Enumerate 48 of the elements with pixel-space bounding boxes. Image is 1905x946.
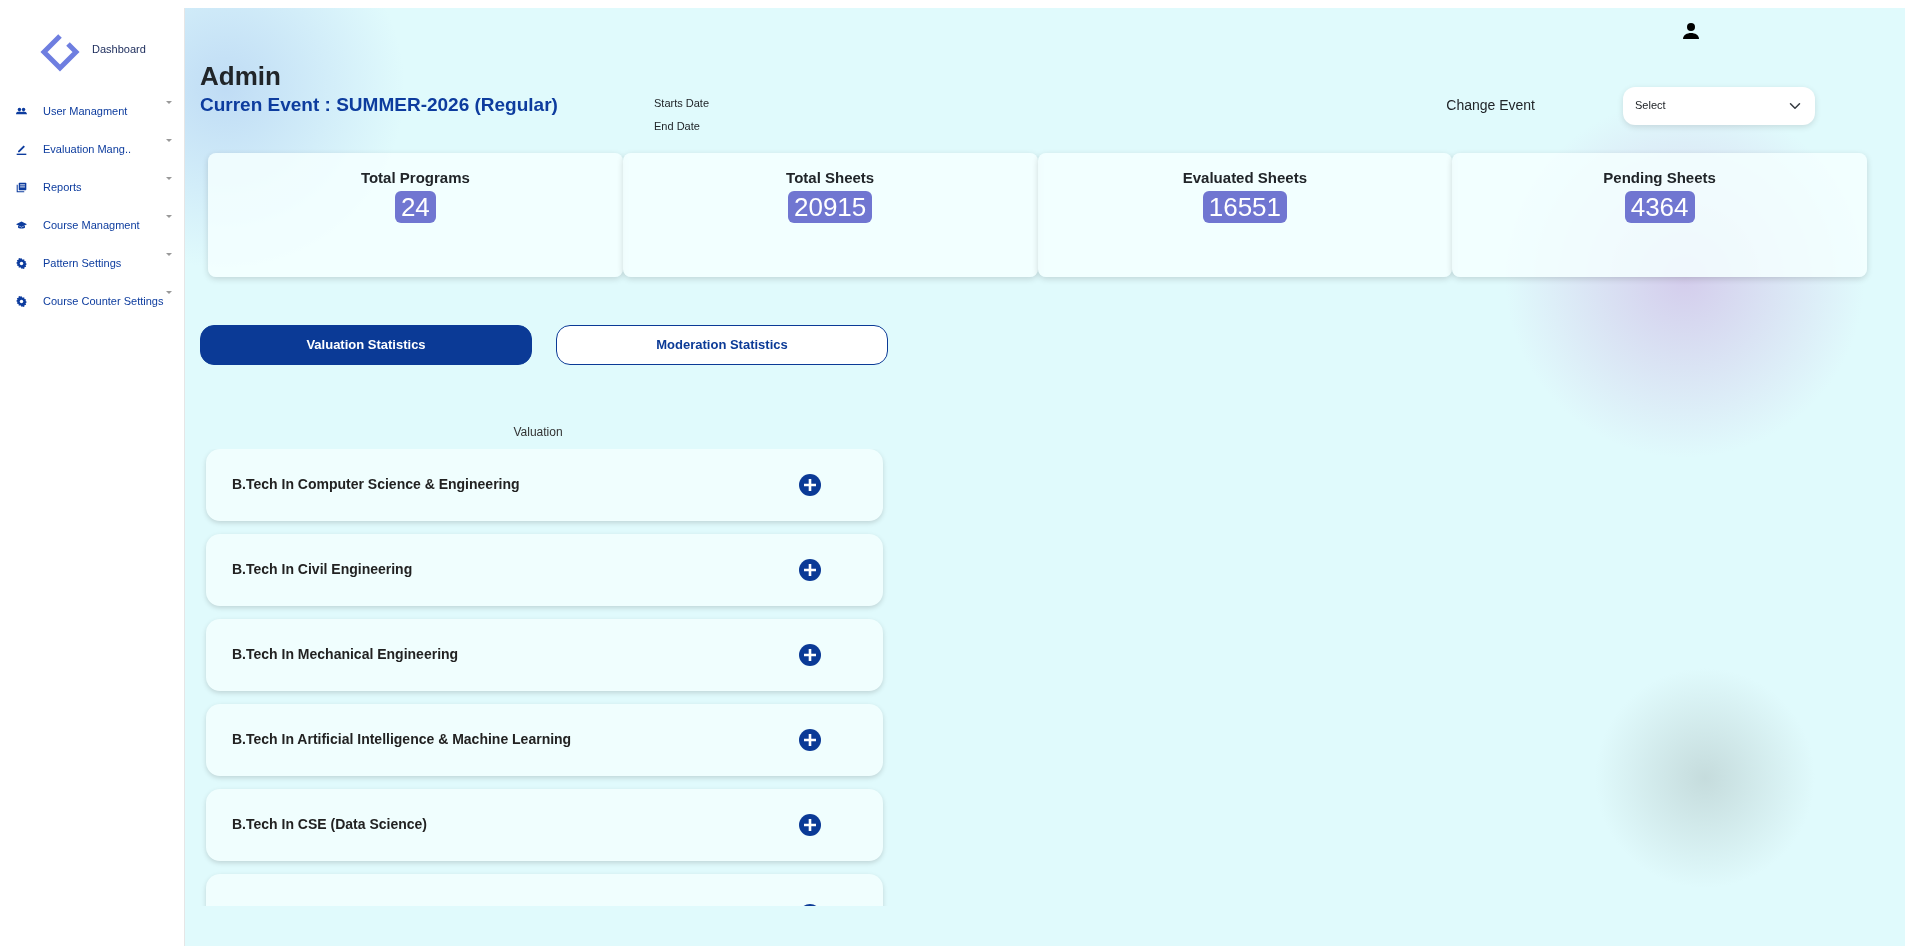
change-event-label: Change Event xyxy=(1446,96,1535,116)
starts-date-label: Starts Date xyxy=(654,95,710,111)
sidebar-item[interactable]: Reports xyxy=(0,168,184,206)
book-icon xyxy=(16,181,27,193)
sidebar-item[interactable]: Evaluation Mang.. xyxy=(0,130,184,168)
program-name: B.Tech In CSE (Data Science) xyxy=(232,815,428,835)
stat-value: 4364 xyxy=(1624,191,1695,224)
stat-value: 16551 xyxy=(1202,191,1288,224)
brand-title[interactable]: Dashboard xyxy=(92,41,146,58)
graduation-cap-icon xyxy=(16,219,27,231)
stat-title: Total Programs xyxy=(359,167,471,188)
people-icon xyxy=(16,105,27,117)
stat-value: 24 xyxy=(394,191,436,224)
stat-title: Total Sheets xyxy=(785,167,876,188)
program-name: B.Tech In Civil Engineering xyxy=(232,560,414,580)
statistics-tab[interactable]: Moderation Statistics xyxy=(556,324,888,365)
event-select[interactable]: Select xyxy=(1623,86,1815,125)
caret-icon xyxy=(166,101,172,104)
end-date-label: End Date xyxy=(654,119,701,135)
sidebar-item[interactable]: Course Managment xyxy=(0,206,184,244)
caret-icon xyxy=(166,253,172,256)
expand-plus-icon[interactable] xyxy=(799,643,821,666)
gear-icon xyxy=(16,257,27,269)
sidebar-item[interactable]: Pattern Settings xyxy=(0,244,184,282)
sidebar-item[interactable]: Course Counter Settings xyxy=(0,282,184,320)
statistics-tab[interactable]: Valuation Statistics xyxy=(200,324,532,365)
program-name: B.Tech In Computer Science & Engineering xyxy=(232,475,521,495)
section-title: Valuation xyxy=(512,423,564,441)
caret-icon xyxy=(166,291,172,294)
caret-icon xyxy=(166,177,172,180)
current-event: Curren Event : SUMMER-2026 (Regular) xyxy=(200,92,559,117)
gear-icon xyxy=(16,295,27,307)
expand-plus-icon[interactable] xyxy=(799,728,821,751)
program-name: B.Tech In Artificial Intelligence & Machine Learning xyxy=(232,730,573,750)
expand-plus-icon[interactable] xyxy=(799,558,821,581)
pen-icon xyxy=(16,143,27,155)
program-name: B.Tech In Mechanical Engineering xyxy=(232,645,460,665)
user-icon[interactable] xyxy=(1682,22,1700,40)
logo-icon xyxy=(40,32,80,72)
page-title: Admin xyxy=(200,62,282,91)
stat-title: Evaluated Sheets xyxy=(1181,167,1308,188)
expand-plus-icon[interactable] xyxy=(799,813,821,836)
expand-plus-icon[interactable] xyxy=(799,473,821,496)
caret-icon xyxy=(166,139,172,142)
sidebar-item[interactable]: User Managment xyxy=(0,92,184,130)
stat-title: Pending Sheets xyxy=(1602,167,1717,188)
caret-icon xyxy=(166,215,172,218)
stat-value: 20915 xyxy=(787,191,873,224)
